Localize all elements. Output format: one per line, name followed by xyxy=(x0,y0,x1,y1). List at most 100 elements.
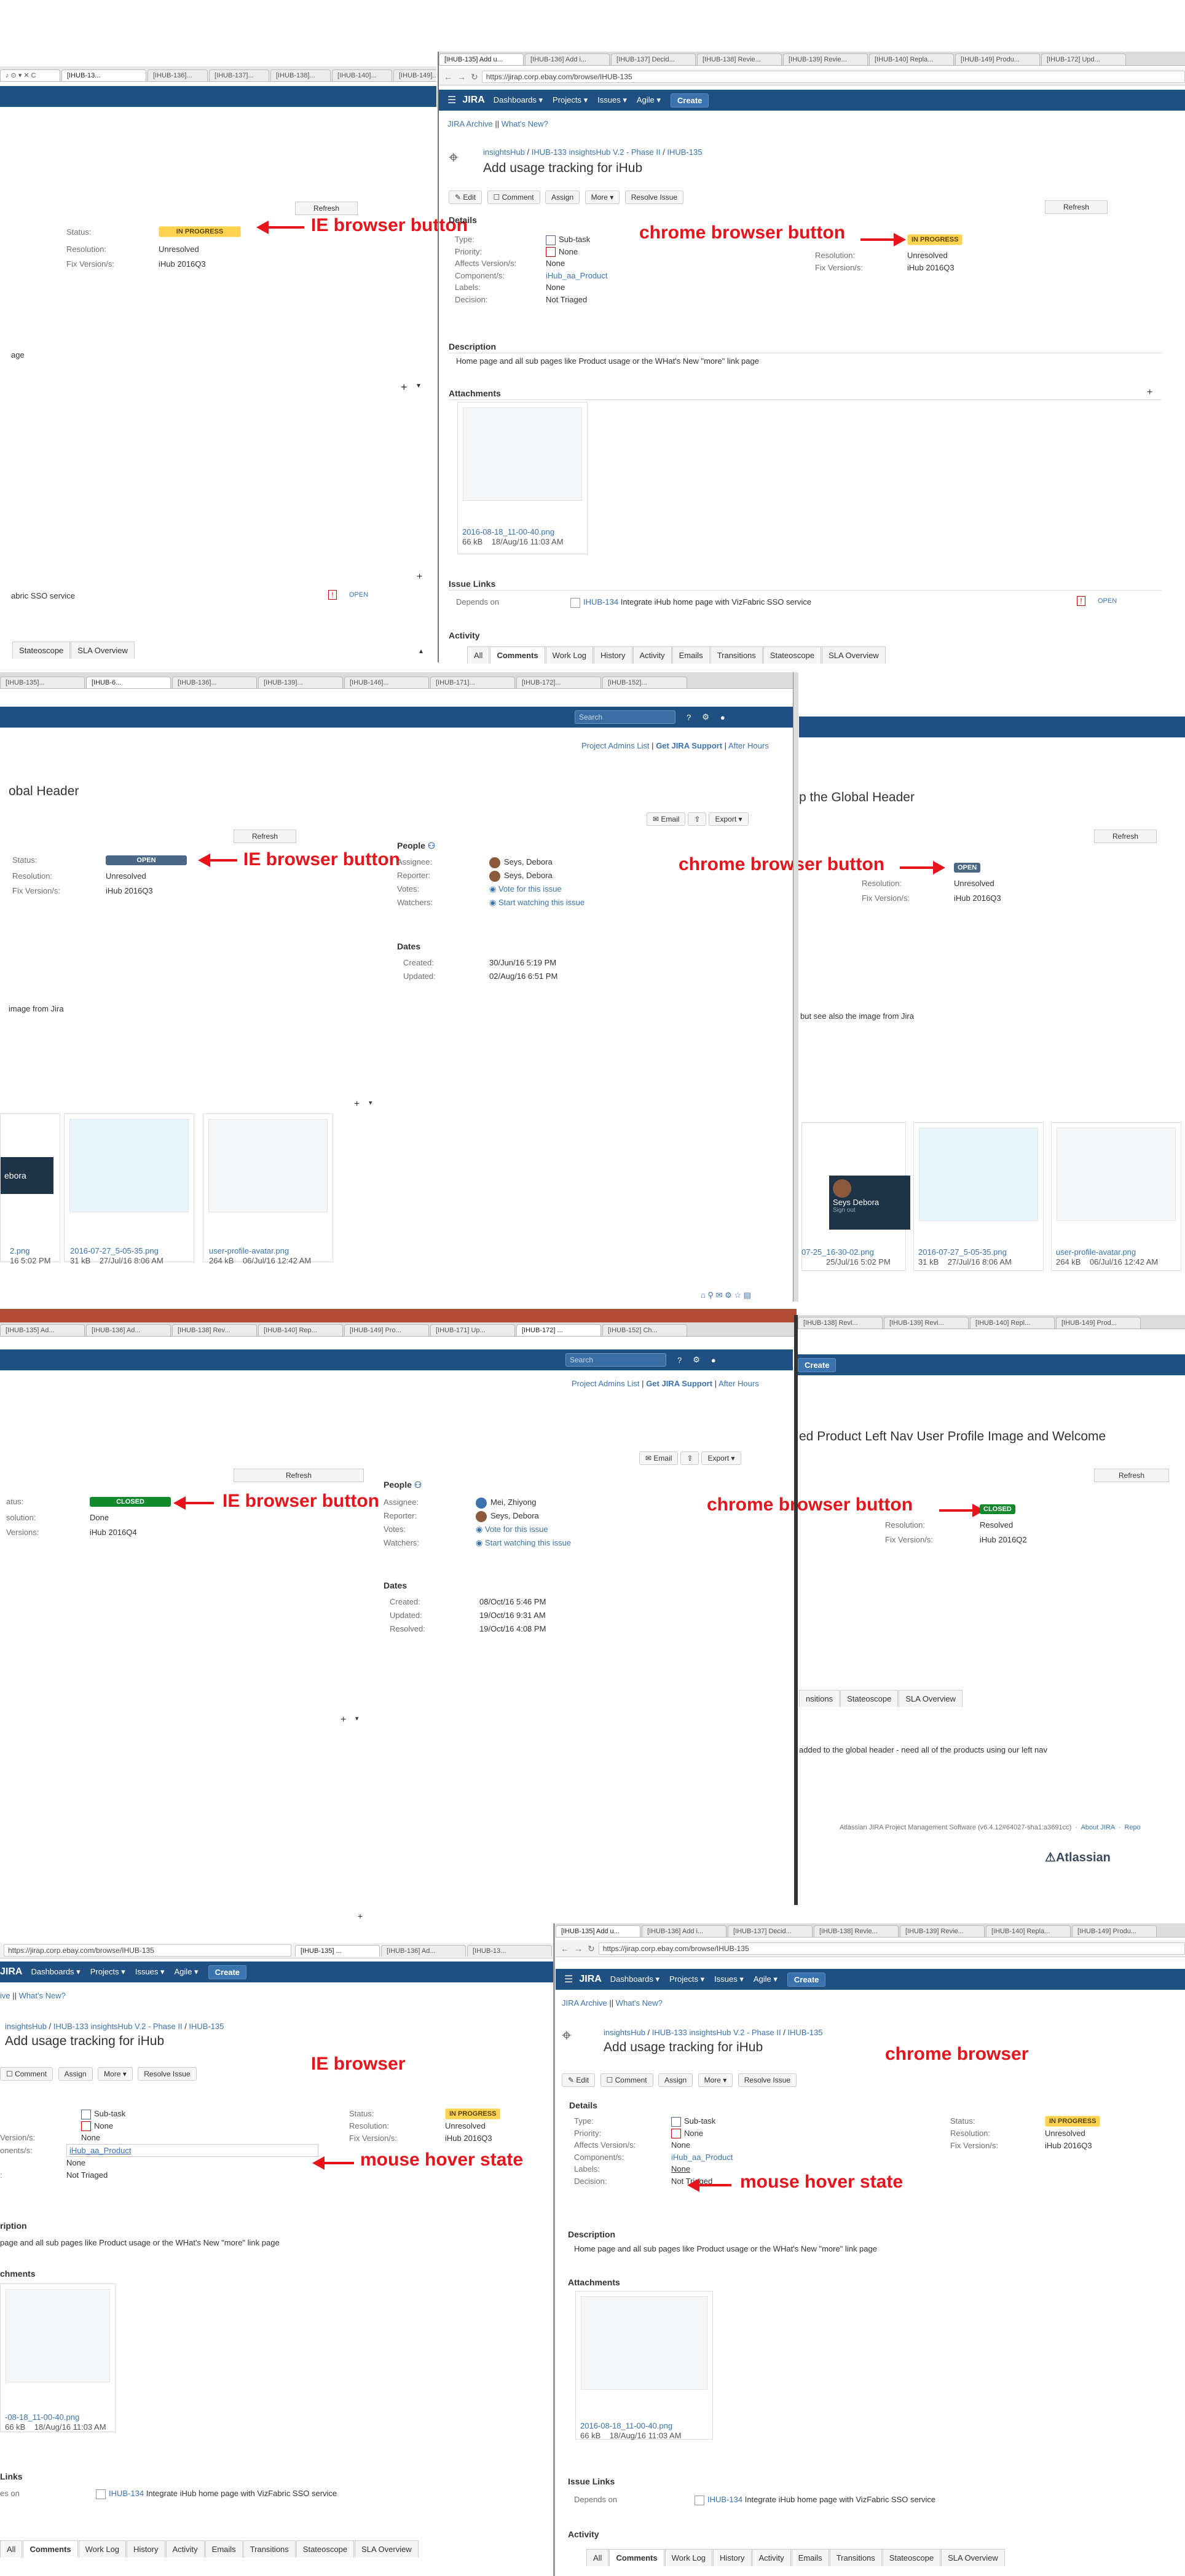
chrome4-forward-icon[interactable]: → xyxy=(574,1944,583,1954)
chrome4-bc-key[interactable]: IHUB-135 xyxy=(787,2028,822,2037)
edit-button[interactable]: ✎ Edit xyxy=(449,190,482,204)
vote-link[interactable]: ◉ Vote for this issue xyxy=(489,884,562,893)
chrome4-url-input[interactable]: https://jirap.corp.ebay.com/browse/IHUB-… xyxy=(598,1942,1185,1955)
chrome3-tab-transitions[interactable]: nsitions xyxy=(799,1690,840,1707)
watch-link[interactable]: ◉ Start watching this issue xyxy=(489,898,585,907)
ie3-vote-link[interactable]: ◉ Vote for this issue xyxy=(476,1525,548,1534)
chrome4-edit-button[interactable]: ✎ Edit xyxy=(562,2073,596,2087)
chrome4-tab-sla[interactable]: SLA Overview xyxy=(941,2549,1005,2566)
ie3-tab-2[interactable]: [IHUB-138] Rev... xyxy=(172,1324,257,1336)
ie3-tab-6[interactable]: [IHUB-172] ... xyxy=(516,1324,601,1336)
chrome4-component-link[interactable]: iHub_aa_Product xyxy=(671,2153,733,2162)
jira-archive-link[interactable]: JIRA Archive xyxy=(447,119,493,128)
ie4-resolve-button[interactable]: Resolve Issue xyxy=(138,2067,197,2081)
chrome-tab-4[interactable]: [IHUB-139] Revie... xyxy=(783,53,868,65)
chrome4-bc-project[interactable]: insightsHub xyxy=(604,2028,645,2037)
chrome4-whatsnew-link[interactable]: What's New? xyxy=(616,1998,663,2008)
breadcrumb-project[interactable]: insightsHub xyxy=(483,147,525,157)
ie3-help-icon[interactable]: ? xyxy=(677,1356,682,1365)
ie2-attachment-3-name[interactable]: user-profile-avatar.png xyxy=(209,1246,289,1255)
ie4-jira-logo[interactable]: JIRA xyxy=(0,1966,22,1977)
ie2-attachment-1-name[interactable]: 2.png xyxy=(10,1246,30,1255)
ie3-collapse-icon[interactable]: ▾ xyxy=(355,1714,359,1722)
menu-agile[interactable]: Agile ▾ xyxy=(637,95,661,105)
ie4-bc-key[interactable]: IHUB-135 xyxy=(189,2022,224,2031)
breadcrumb-key[interactable]: IHUB-135 xyxy=(667,147,702,157)
ie2-tab-4[interactable]: [IHUB-146]... xyxy=(344,677,429,688)
menu-dashboards[interactable]: Dashboards ▾ xyxy=(494,95,543,105)
ie3-avatar[interactable]: ● xyxy=(711,1356,716,1365)
activity-tab-emails[interactable]: Emails xyxy=(672,646,710,664)
chrome4-attachment[interactable] xyxy=(575,2291,713,2440)
menu-projects[interactable]: Projects ▾ xyxy=(553,95,588,105)
chrome4-attachment-name[interactable]: 2016-08-18_11-00-40.png xyxy=(580,2421,672,2430)
chrome3-tab-3[interactable]: [IHUB-149] Prod... xyxy=(1056,1317,1141,1329)
ie4-menu-agile[interactable]: Agile ▾ xyxy=(175,1967,199,1977)
chrome3-fixver-value[interactable]: iHub 2016Q2 xyxy=(980,1535,1027,1544)
chrome-tab-6[interactable]: [IHUB-149] Produ... xyxy=(955,53,1040,65)
ie2-gear-icon[interactable]: ⚙ xyxy=(702,712,709,722)
ie3-tab-4[interactable]: [IHUB-149] Pro... xyxy=(344,1324,429,1336)
ie-collapse-icon[interactable]: ▾ xyxy=(417,381,420,390)
ie-tab-stateoscope[interactable]: Stateoscope xyxy=(12,642,71,659)
breadcrumb-parent[interactable]: IHUB-133 insightsHub V.2 - Phase II xyxy=(532,147,661,157)
ie4-bc-project[interactable]: insightsHub xyxy=(5,2022,47,2031)
ie4-menu-projects[interactable]: Projects ▾ xyxy=(90,1967,125,1977)
ie2-fixver-value[interactable]: iHub 2016Q3 xyxy=(106,886,153,895)
chrome3-tab-stateoscope[interactable]: Stateoscope xyxy=(840,1690,899,1707)
chrome2-attachment-1-name[interactable]: 07-25_16-30-02.png xyxy=(801,1247,874,1257)
ie2-attachment-2-name[interactable]: 2016-07-27_5-05-35.png xyxy=(70,1246,159,1255)
chrome-tab-2[interactable]: [IHUB-137] Decid... xyxy=(611,53,696,65)
chrome4-assign-button[interactable]: Assign xyxy=(658,2073,693,2087)
chrome4-tab-worklog[interactable]: Work Log xyxy=(664,2549,713,2566)
ie2-collapse-icon[interactable]: ▾ xyxy=(369,1099,372,1107)
ie2-tab-5[interactable]: [IHUB-171]... xyxy=(430,677,515,688)
ie4-archive[interactable]: ive xyxy=(0,1991,10,2000)
create-button[interactable]: Create xyxy=(670,93,709,108)
ie4-tab-activity[interactable]: Activity xyxy=(165,2540,205,2558)
activity-tab-worklog[interactable]: Work Log xyxy=(545,646,594,664)
ie2-support-link[interactable]: Get JIRA Support xyxy=(656,741,722,750)
ie-expand-icon[interactable]: + xyxy=(401,381,407,394)
ie3-bottom-plus[interactable]: + xyxy=(358,1911,363,1921)
ie2-export-button[interactable]: Export ▾ xyxy=(709,812,749,826)
ie4-tab-0[interactable]: [IHUB-135] ... xyxy=(295,1944,380,1957)
activity-tab-all[interactable]: All xyxy=(467,646,490,664)
ie2-tab-7[interactable]: [IHUB-152]... xyxy=(602,677,687,688)
ie4-tab-emails[interactable]: Emails xyxy=(205,2540,243,2558)
ie3-admins-link[interactable]: Project Admins List xyxy=(572,1379,640,1388)
ie2-tab-6[interactable]: [IHUB-172]... xyxy=(516,677,601,688)
ie3-after-link[interactable]: After Hours xyxy=(718,1379,759,1388)
chrome4-more-button[interactable]: More ▾ xyxy=(698,2073,733,2087)
activity-tab-transitions[interactable]: Transitions xyxy=(710,646,763,664)
more-button[interactable]: More ▾ xyxy=(585,190,620,204)
ie4-assign-button[interactable]: Assign xyxy=(58,2067,93,2081)
ie3-tab-5[interactable]: [IHUB-171] Up... xyxy=(430,1324,515,1336)
ie-refresh-button[interactable]: Refresh xyxy=(295,202,358,215)
chrome4-tab-emails[interactable]: Emails xyxy=(791,2549,829,2566)
chrome4-tab-2[interactable]: [IHUB-137] Decid... xyxy=(728,1925,813,1937)
hamburger-icon[interactable]: ☰ xyxy=(447,94,456,106)
ie4-depends-link[interactable]: IHUB-134 Integrate iHub home page with V… xyxy=(96,2489,337,2499)
ie-tab-3[interactable]: [IHUB-138]... xyxy=(270,69,331,81)
chrome4-create-button[interactable]: Create xyxy=(787,1972,826,1987)
ie-url-fragment[interactable]: ♪ ⊙ ▾ ✕ C xyxy=(0,69,60,81)
attachment-name[interactable]: 2016-08-18_11-00-40.png xyxy=(462,527,554,536)
ie-tab-5[interactable]: [IHUB-149]... xyxy=(393,69,436,81)
ie-tab-0[interactable]: [IHUB-13... xyxy=(61,69,146,81)
chrome4-tab-6[interactable]: [IHUB-149] Produ... xyxy=(1072,1925,1157,1937)
refresh-button[interactable]: Refresh xyxy=(1045,200,1108,214)
ie4-fixver-value[interactable]: iHub 2016Q3 xyxy=(445,2134,492,2143)
ie2-share-button[interactable]: ⇪ xyxy=(688,812,707,826)
ie2-attachment-1[interactable]: ebora xyxy=(0,1113,60,1262)
chrome3-tab-0[interactable]: [IHUB-138] Revi... xyxy=(798,1317,883,1329)
chrome4-tab-5[interactable]: [IHUB-140] Repla... xyxy=(986,1925,1071,1937)
ie3-fixver-value[interactable]: iHub 2016Q4 xyxy=(90,1528,137,1537)
chrome4-hamburger-icon[interactable]: ☰ xyxy=(564,1973,573,1985)
chrome2-refresh[interactable]: Refresh xyxy=(1094,830,1157,843)
chrome4-reload-icon[interactable]: ↻ xyxy=(588,1944,595,1954)
ie3-share-button[interactable]: ⇪ xyxy=(680,1451,699,1465)
chrome-tab-1[interactable]: [IHUB-136] Add i... xyxy=(525,53,610,65)
chrome4-archive-link[interactable]: JIRA Archive xyxy=(562,1998,607,2008)
chrome2-fixver-value[interactable]: iHub 2016Q3 xyxy=(954,893,1001,903)
